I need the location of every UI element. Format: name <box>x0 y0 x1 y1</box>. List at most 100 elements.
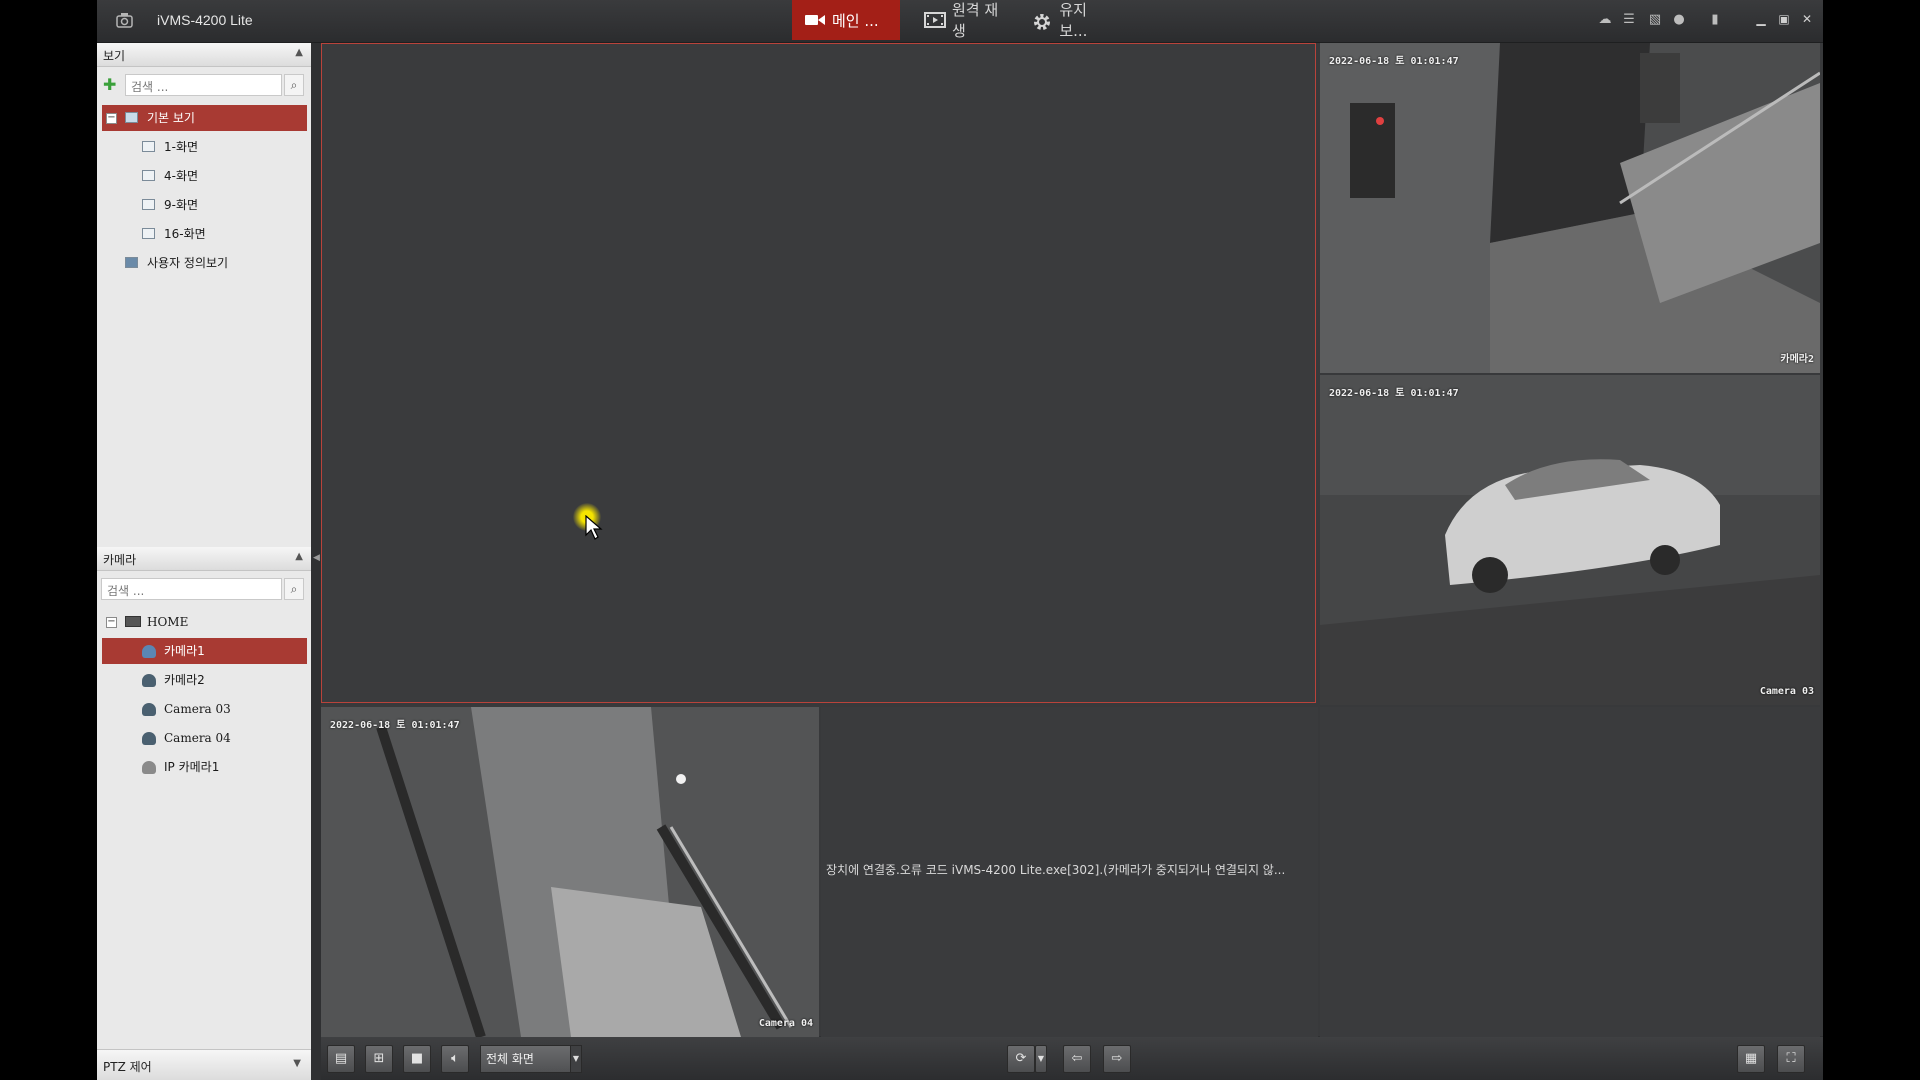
gear-icon <box>1032 12 1053 30</box>
tree-item-label: 9-화면 <box>164 198 199 212</box>
connection-error-message: 장치에 연결중.오류 코드 iVMS-4200 Lite.exe[302].(카… <box>826 863 1286 877</box>
video-tile-2[interactable]: 2022-06-18 토 01:01:47 카메라2 <box>1320 43 1820 373</box>
lock-icon[interactable]: ▮ <box>1707 12 1723 28</box>
tree-item-1-screen[interactable]: 1-화면 <box>102 134 307 160</box>
activity-icon[interactable]: ▧ <box>1647 12 1663 28</box>
minimize-button[interactable]: ▁ <box>1753 12 1769 26</box>
tile-timestamp: 2022-06-18 토 01:01:47 <box>330 720 460 731</box>
previous-button[interactable]: ⇦ <box>1063 1045 1091 1073</box>
ip-camera-icon <box>142 761 156 774</box>
camera-icon <box>142 645 156 658</box>
layout-4-icon <box>142 170 155 181</box>
app-logo-icon <box>115 10 135 30</box>
playback-toolbar: ▤ ⊞ ■ 🔈︎ 전체 화면 ▼ ⟳ ▼ ⇦ ⇨ ▦ ⛶ <box>321 1037 1823 1080</box>
list-icon[interactable]: ☰ <box>1621 12 1637 28</box>
tile-camera-label: Camera 04 <box>758 1018 813 1029</box>
custom-view-icon <box>125 257 138 268</box>
tab-maintenance[interactable]: 유지 보... <box>1020 0 1130 40</box>
title-bar: iVMS-4200 Lite 메인 ... 원격 재생 유지 보... ☁ ☰ … <box>97 0 1823 43</box>
layout-menu-button[interactable]: ▦ <box>1737 1045 1765 1073</box>
camera-panel-header[interactable]: 카메라 ▲ <box>97 547 311 571</box>
mouse-cursor-icon <box>585 515 603 540</box>
video-tile-1[interactable] <box>321 43 1316 703</box>
tab-remote-playback[interactable]: 원격 재생 <box>912 0 1017 40</box>
camera-feed-image <box>1320 43 1820 373</box>
next-button[interactable]: ⇨ <box>1103 1045 1131 1073</box>
camera-item-label: 카메라1 <box>164 644 205 658</box>
close-button[interactable]: ✕ <box>1799 12 1815 26</box>
video-tile-5[interactable]: 장치에 연결중.오류 코드 iVMS-4200 Lite.exe[302].(카… <box>821 707 1318 1037</box>
camera-search-input[interactable]: 검색 ... <box>101 578 282 600</box>
refresh-button[interactable]: ⟳ <box>1007 1045 1035 1073</box>
tree-item-4-screen[interactable]: 4-화면 <box>102 163 307 189</box>
layout-9-icon <box>142 199 155 210</box>
stop-all-button[interactable]: ■ <box>403 1045 431 1073</box>
tree-group-label: 기본 보기 <box>147 111 195 125</box>
save-view-button[interactable]: ▤ <box>327 1045 355 1073</box>
tree-group-default-view[interactable]: − 기본 보기 <box>102 105 307 131</box>
dvr-device-icon <box>125 616 141 627</box>
left-panel: 보기 ▲ ✚ 검색 ... ⌕ − 기본 보기 1-화면 4-화면 9-화면 1… <box>97 43 311 1080</box>
camera-item-4[interactable]: Camera 04 <box>102 725 307 751</box>
view-group-icon <box>125 112 138 123</box>
maximize-button[interactable]: ▣ <box>1776 12 1792 26</box>
fullscreen-button[interactable]: ⛶ <box>1777 1045 1805 1073</box>
tile-timestamp: 2022-06-18 토 01:01:47 <box>1329 388 1459 399</box>
camera-item-1[interactable]: 카메라1 <box>102 638 307 664</box>
camera-search-icon[interactable]: ⌕ <box>284 578 304 600</box>
camera-icon <box>142 732 156 745</box>
live-view-grid: 2022-06-18 토 01:01:47 카메라2 2022-06-18 토 … <box>321 43 1823 1037</box>
user-icon[interactable]: ● <box>1671 12 1687 28</box>
ptz-control-bar[interactable]: PTZ 제어 ▼ <box>97 1049 311 1080</box>
layout-16-icon <box>142 228 155 239</box>
tile-camera-label: 카메라2 <box>1780 354 1814 365</box>
view-search-input[interactable]: 검색 ... <box>125 74 282 96</box>
fullscreen-mode-select[interactable]: 전체 화면 <box>480 1045 572 1073</box>
collapse-up-icon[interactable]: ▲ <box>295 47 303 58</box>
cloud-icon[interactable]: ☁ <box>1597 12 1613 28</box>
camera-item-ip-1[interactable]: IP 카메라1 <box>102 754 307 780</box>
camera-icon <box>142 674 156 687</box>
tree-device-label: HOME <box>147 615 189 629</box>
tree-item-9-screen[interactable]: 9-화면 <box>102 192 307 218</box>
video-tile-6[interactable] <box>1320 707 1820 1037</box>
chevron-down-icon[interactable]: ▼ <box>293 1058 301 1069</box>
video-tile-4[interactable]: 2022-06-18 토 01:01:47 Camera 04 <box>321 707 819 1037</box>
refresh-dropdown-icon[interactable]: ▼ <box>1035 1045 1047 1073</box>
add-view-icon[interactable]: ✚ <box>103 77 119 93</box>
audio-button[interactable]: 🔈︎ <box>441 1045 469 1073</box>
camera-feed-image <box>1320 375 1820 705</box>
film-icon <box>924 12 946 28</box>
camera-feed-image <box>321 707 819 1037</box>
chevron-down-icon[interactable]: ▼ <box>570 1045 582 1073</box>
camera-item-2[interactable]: 카메라2 <box>102 667 307 693</box>
tree-item-label: 사용자 정의보기 <box>147 256 229 270</box>
ptz-control-label: PTZ 제어 <box>103 1060 152 1074</box>
tree-item-custom-view[interactable]: 사용자 정의보기 <box>102 250 307 276</box>
layout-1-icon <box>142 141 155 152</box>
tab-maintenance-label: 유지 보... <box>1059 1 1088 40</box>
collapse-up-icon[interactable]: ▲ <box>295 551 303 562</box>
camera-item-label: 카메라2 <box>164 673 205 687</box>
camera-item-label: Camera 04 <box>164 731 231 745</box>
tab-remote-label: 원격 재생 <box>952 1 999 40</box>
camera-icon <box>142 703 156 716</box>
camera-item-3[interactable]: Camera 03 <box>102 696 307 722</box>
tree-item-16-screen[interactable]: 16-화면 <box>102 221 307 247</box>
window-division-button[interactable]: ⊞ <box>365 1045 393 1073</box>
tab-main-label: 메인 ... <box>832 11 879 30</box>
tree-item-label: 1-화면 <box>164 140 199 154</box>
video-tile-3[interactable]: 2022-06-18 토 01:01:47 Camera 03 <box>1320 375 1820 705</box>
tree-item-label: 16-화면 <box>164 227 206 241</box>
collapse-icon[interactable]: − <box>106 113 117 124</box>
view-search-icon[interactable]: ⌕ <box>284 74 304 96</box>
panel-collapse-icon[interactable]: ◀ <box>313 553 320 563</box>
tab-main-view[interactable]: 메인 ... <box>792 0 900 40</box>
app-title: iVMS-4200 Lite <box>157 12 253 28</box>
tile-timestamp: 2022-06-18 토 01:01:47 <box>1329 56 1459 67</box>
collapse-icon[interactable]: − <box>106 617 117 628</box>
app-window: iVMS-4200 Lite 메인 ... 원격 재생 유지 보... ☁ ☰ … <box>97 0 1823 1080</box>
tree-item-label: 4-화면 <box>164 169 199 183</box>
tree-device-home[interactable]: − HOME <box>102 609 307 635</box>
view-panel-header[interactable]: 보기 ▲ <box>97 43 311 67</box>
